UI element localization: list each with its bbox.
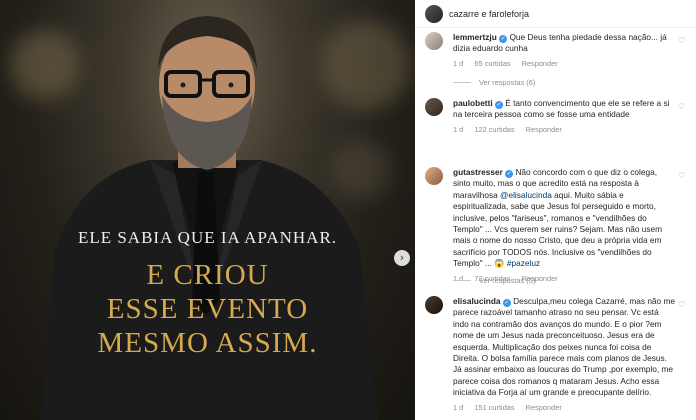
comment-text: Desculpa,meu colega Cazarré, mas não me …: [453, 296, 675, 398]
comments-panel: cazarre e faroleforja lemmertzju ✓ Que D…: [415, 0, 696, 420]
divider: [453, 280, 471, 281]
comment-meta: 1 d 122 curtidas Responder: [453, 124, 675, 135]
comment-username[interactable]: gutastresser: [453, 167, 503, 177]
comment-body: paulobetti ✓ É tanto convencimento que e…: [453, 98, 675, 135]
reply-button[interactable]: Responder: [526, 403, 562, 412]
reply-button[interactable]: Responder: [526, 125, 562, 134]
comment-time: 1 d: [453, 58, 464, 68]
post-subhead-line: mesmo assim.: [97, 327, 318, 359]
post-header: cazarre e faroleforja: [415, 0, 696, 28]
heart-icon[interactable]: ♡: [678, 171, 687, 180]
comment-body: gutastresser ✓ Não concordo com o que di…: [453, 167, 675, 284]
post-subhead-line: esse evento: [106, 293, 309, 325]
hashtag-link[interactable]: #pazeluz: [507, 258, 540, 268]
comment-time: 1 d: [453, 402, 464, 412]
post-subhead: E criou esse evento mesmo assim.: [0, 258, 415, 360]
comment-likes[interactable]: 151 curtidas: [474, 403, 514, 412]
avatar[interactable]: [425, 32, 443, 50]
heart-icon[interactable]: ♡: [678, 36, 687, 45]
view-replies[interactable]: Ver respostas (5): [453, 276, 535, 285]
comment-username[interactable]: elisalucinda: [453, 296, 501, 306]
view-replies-label[interactable]: Ver respostas (5): [479, 276, 535, 285]
post-image: Ele sabia que ia apanhar. E criou esse e…: [0, 0, 415, 420]
post-subhead-line: E criou: [146, 259, 269, 291]
view-replies-label[interactable]: Ver respostas (6): [479, 78, 535, 87]
verified-icon: ✓: [502, 299, 511, 307]
comment-likes[interactable]: 65 curtidas: [474, 59, 510, 68]
author-name[interactable]: cazarre e faroleforja: [449, 9, 529, 19]
reply-button[interactable]: Responder: [522, 59, 558, 68]
comment-body: lemmertzju ✓ Que Deus tenha piedade dess…: [453, 32, 675, 69]
comment-username[interactable]: paulobetti: [453, 98, 493, 108]
comment-meta: 1 d 151 curtidas Responder: [453, 402, 675, 413]
comment-username[interactable]: lemmertzju: [453, 32, 497, 42]
post-headline: Ele sabia que ia apanhar.: [77, 228, 338, 247]
avatar[interactable]: [425, 98, 443, 116]
author-avatar[interactable]: [425, 4, 443, 23]
chevron-right-icon[interactable]: ›: [394, 250, 410, 266]
comment-body: elisalucinda ✓ Desculpa,meu colega Cazar…: [453, 296, 675, 413]
avatar[interactable]: [425, 167, 443, 185]
verified-icon: ✓: [499, 35, 508, 43]
mention-link[interactable]: @elisalucinda: [500, 190, 552, 200]
heart-icon[interactable]: ♡: [678, 300, 687, 309]
divider: [453, 82, 471, 83]
comment-meta: 1 d 65 curtidas Responder: [453, 58, 675, 69]
verified-icon: ✓: [505, 170, 514, 178]
comment-text: aqui. Muito sábia e espiritualizada, sab…: [453, 189, 663, 269]
comment-likes[interactable]: 122 curtidas: [474, 125, 514, 134]
comment-time: 1 d: [453, 124, 464, 134]
verified-icon: ✓: [494, 101, 503, 109]
heart-icon[interactable]: ♡: [678, 102, 687, 111]
view-replies[interactable]: Ver respostas (6): [453, 78, 535, 87]
avatar[interactable]: [425, 296, 443, 314]
